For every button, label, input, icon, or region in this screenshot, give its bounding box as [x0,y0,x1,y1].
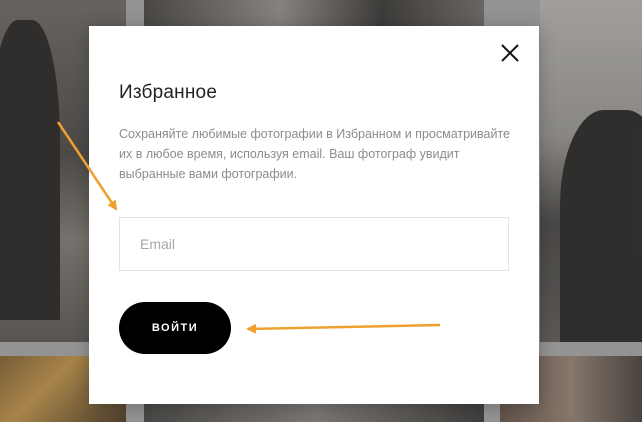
login-button[interactable]: ВОЙТИ [119,302,231,354]
modal-title: Избранное [119,82,218,103]
email-field[interactable] [119,217,509,271]
modal-description: Сохраняйте любимые фотографии в Избранно… [119,127,511,181]
close-icon [501,44,519,62]
close-button[interactable] [498,41,522,65]
favorites-modal: Избранное Сохраняйте любимые фотографии … [89,26,539,404]
